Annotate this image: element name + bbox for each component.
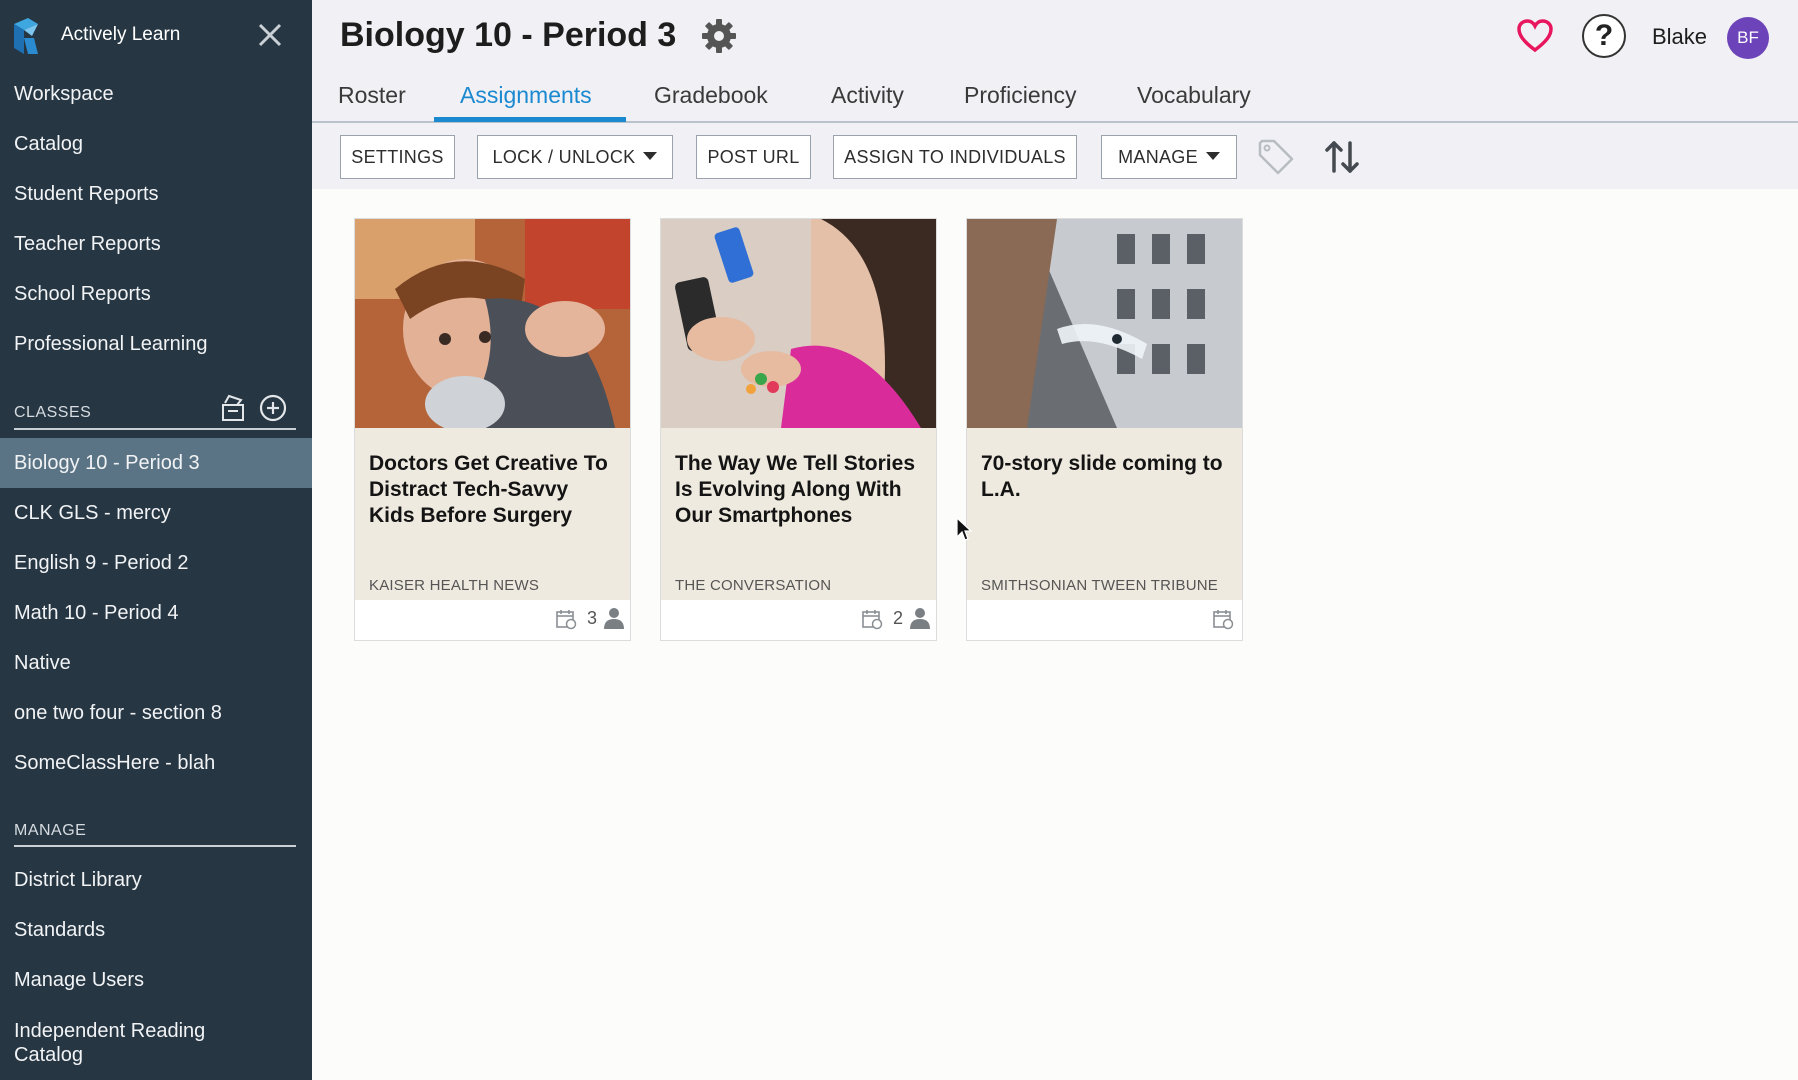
calendar-icon[interactable]	[555, 608, 577, 630]
card-source: THE CONVERSATION	[675, 577, 832, 594]
post-url-button[interactable]: POST URL	[696, 135, 811, 179]
assignment-card[interactable]: The Way We Tell Stories Is Evolving Alon…	[660, 218, 937, 641]
sidebar-item-workspace[interactable]: Workspace	[14, 83, 114, 106]
brand-bar: Actively Learn	[0, 0, 312, 72]
card-title: 70-story slide coming to L.A.	[981, 452, 1223, 501]
class-item-clk-gls[interactable]: CLK GLS - mercy	[0, 488, 312, 538]
card-title: Doctors Get Creative To Distract Tech-Sa…	[369, 452, 608, 527]
tab-proficiency[interactable]: Proficiency	[964, 82, 1076, 109]
close-icon[interactable]	[256, 20, 284, 50]
assignment-card[interactable]: Doctors Get Creative To Distract Tech-Sa…	[354, 218, 631, 641]
sidebar-item-catalog[interactable]: Catalog	[14, 133, 83, 156]
sidebar-item-teacher-reports[interactable]: Teacher Reports	[14, 233, 161, 256]
sidebar-item-student-reports[interactable]: Student Reports	[14, 183, 159, 206]
tab-vocabulary[interactable]: Vocabulary	[1137, 82, 1251, 109]
person-icon	[604, 608, 624, 629]
active-tab-indicator	[434, 117, 626, 122]
avatar[interactable]: BF	[1727, 17, 1769, 59]
chevron-down-icon	[1205, 152, 1220, 160]
gear-icon[interactable]	[700, 17, 738, 55]
class-item-math-10[interactable]: Math 10 - Period 4	[0, 588, 312, 638]
card-image-doctors	[355, 219, 630, 428]
heart-icon[interactable]	[1515, 16, 1555, 56]
tab-assignments[interactable]: Assignments	[460, 82, 592, 109]
help-icon[interactable]: ?	[1582, 14, 1626, 58]
logo-icon	[14, 18, 38, 54]
tab-gradebook[interactable]: Gradebook	[654, 82, 768, 109]
chevron-down-icon	[643, 152, 658, 160]
tab-activity[interactable]: Activity	[831, 82, 904, 109]
header: Biology 10 - Period 3 ? Blake BF Roster …	[312, 0, 1798, 123]
lock-unlock-label: LOCK / UNLOCK	[492, 146, 636, 167]
manage-label-text: MANAGE	[1118, 146, 1198, 167]
sidebar: Actively Learn Workspace Catalog Student…	[0, 0, 312, 1080]
lock-unlock-dropdown[interactable]: LOCK / UNLOCK	[477, 135, 673, 179]
settings-button[interactable]: SETTINGS	[340, 135, 455, 179]
post-url-label: POST URL	[707, 146, 800, 167]
person-icon	[910, 608, 930, 629]
manage-divider	[14, 845, 296, 847]
page-title: Biology 10 - Period 3	[340, 16, 677, 54]
sidebar-item-standards[interactable]: Standards	[14, 919, 105, 942]
assign-individuals-label: ASSIGN TO INDIVIDUALS	[844, 146, 1066, 167]
card-source: KAISER HEALTH NEWS	[369, 577, 540, 594]
add-circle-icon[interactable]	[258, 393, 288, 423]
assigned-count: 3	[587, 608, 598, 628]
card-image-slide	[967, 219, 1242, 428]
tag-icon[interactable]	[1256, 137, 1296, 177]
mouse-cursor-icon	[956, 516, 973, 541]
class-item-native[interactable]: Native	[0, 638, 312, 688]
user-name[interactable]: Blake	[1652, 24, 1707, 50]
classes-label: CLASSES	[14, 404, 92, 421]
class-item-english-9[interactable]: English 9 - Period 2	[0, 538, 312, 588]
manage-label: MANAGE	[14, 822, 87, 839]
calendar-icon[interactable]	[861, 608, 883, 630]
classes-divider	[14, 428, 296, 430]
sidebar-item-manage-users[interactable]: Manage Users	[14, 969, 144, 992]
class-item-biology-10[interactable]: Biology 10 - Period 3	[0, 438, 312, 488]
card-source: SMITHSONIAN TWEEN TRIBUNE	[981, 577, 1218, 594]
archive-icon[interactable]	[219, 393, 247, 423]
sidebar-item-independent-reading[interactable]: Independent Reading Catalog	[14, 1019, 205, 1067]
manage-dropdown[interactable]: MANAGE	[1101, 135, 1237, 179]
card-image-storytelling	[661, 219, 936, 428]
calendar-icon[interactable]	[1212, 608, 1234, 630]
toolbar: SETTINGS LOCK / UNLOCK POST URL ASSIGN T…	[312, 123, 1798, 189]
sort-icon[interactable]	[1322, 137, 1362, 177]
tab-roster[interactable]: Roster	[338, 82, 406, 109]
settings-button-label: SETTINGS	[351, 146, 444, 167]
class-item-someclasshere[interactable]: SomeClassHere - blah	[0, 738, 312, 788]
assign-to-individuals-button[interactable]: ASSIGN TO INDIVIDUALS	[833, 135, 1077, 179]
sidebar-item-district-library[interactable]: District Library	[14, 869, 142, 892]
assigned-count: 2	[893, 608, 904, 628]
class-item-one-two-four[interactable]: one two four - section 8	[0, 688, 312, 738]
sidebar-item-professional-learning[interactable]: Professional Learning	[14, 333, 207, 356]
assignment-card[interactable]: 70-story slide coming to L.A. SMITHSONIA…	[966, 218, 1243, 641]
card-title: The Way We Tell Stories Is Evolving Alon…	[675, 452, 916, 527]
sidebar-item-school-reports[interactable]: School Reports	[14, 283, 151, 306]
app-name: Actively Learn	[61, 24, 181, 45]
